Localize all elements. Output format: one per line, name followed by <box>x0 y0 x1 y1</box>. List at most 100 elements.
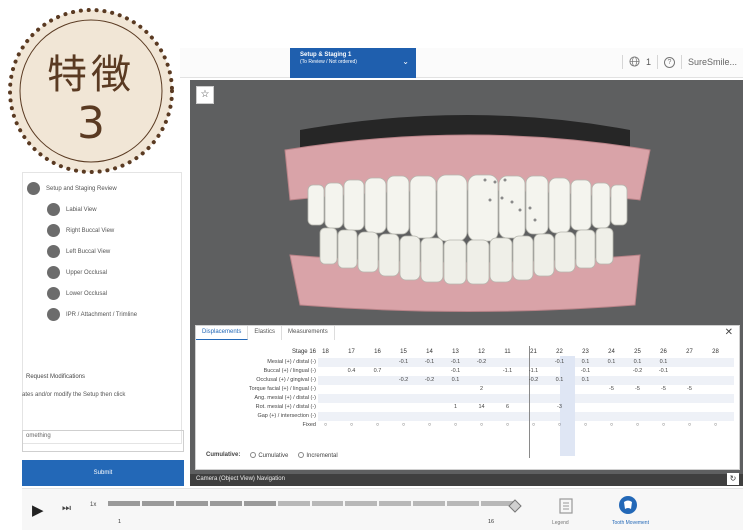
table-cell: -0.1 <box>398 359 409 365</box>
view-icon <box>47 308 60 321</box>
tab-elastics[interactable]: Elastics <box>248 326 283 340</box>
tooth-header: 23 <box>582 349 589 355</box>
table-cell[interactable]: ○ <box>448 422 463 428</box>
radio-cumulative[interactable]: Cumulative <box>250 452 288 459</box>
view-icon <box>47 245 60 258</box>
review-item-upper-occlusal[interactable]: Upper Occlusal <box>47 266 107 279</box>
tooth-header: 25 <box>634 349 641 355</box>
table-cell: -3 <box>557 404 562 410</box>
table-cell[interactable]: ○ <box>526 422 541 428</box>
row-label: Rot. mesial (+) / distal (-) <box>255 404 316 410</box>
table-cell[interactable]: ○ <box>474 422 489 428</box>
divider <box>621 55 623 69</box>
view-icon <box>47 224 60 237</box>
table-cell[interactable]: ○ <box>604 422 619 428</box>
legend-icon[interactable] <box>557 497 575 515</box>
table-cell[interactable]: ○ <box>370 422 385 428</box>
review-item-labial[interactable]: Labial View <box>47 203 97 216</box>
table-cell[interactable]: ○ <box>344 422 359 428</box>
speed-label[interactable]: 1x <box>90 502 96 508</box>
cumulative-label: Cumulative: <box>206 452 241 458</box>
brand-name: SureSmile... <box>687 57 737 67</box>
close-icon[interactable]: ✕ <box>725 327 733 338</box>
row-bg <box>318 412 734 421</box>
globe-count: 1 <box>645 57 651 67</box>
badge-number: 3 <box>77 98 105 149</box>
radio-label: Incremental <box>306 453 338 459</box>
table-cell: -0.2 <box>398 377 409 383</box>
tooth-header: 12 <box>478 349 485 355</box>
table-cell[interactable]: ○ <box>396 422 411 428</box>
tooth-header: 21 <box>530 349 537 355</box>
slider-tick-start: 1 <box>118 519 122 525</box>
tooth-movement-icon[interactable] <box>618 495 638 515</box>
badge-title: 特徴 <box>47 52 135 98</box>
tooth-header: 17 <box>348 349 355 355</box>
review-section-header[interactable]: Setup and Staging Review <box>27 182 117 195</box>
play-icon[interactable]: ▶ <box>32 501 44 519</box>
table-cell: 0.1 <box>633 359 642 365</box>
review-item-right-buccal[interactable]: Right Buccal View <box>47 224 114 237</box>
table-cell: -5 <box>635 386 640 392</box>
table-cell[interactable]: ○ <box>708 422 723 428</box>
table-cell[interactable]: ○ <box>656 422 671 428</box>
displacement-table: Stage 16 18 17 16 15 14 13 12 11 21 22 23 24 25 26 27 2… <box>206 346 734 466</box>
review-item-label: IPR / Attachment / Trimline <box>66 311 138 318</box>
view-icon <box>47 266 60 279</box>
review-title: Setup and Staging Review <box>46 185 117 192</box>
table-cell: 6 <box>505 404 510 410</box>
table-cell[interactable]: ○ <box>500 422 515 428</box>
view-icon <box>47 287 60 300</box>
displacement-panel: Displacements Elastics Measurements ✕ St… <box>195 325 740 470</box>
slider-handle-icon[interactable] <box>508 499 522 518</box>
request-textarea[interactable]: omething <box>22 430 184 452</box>
submit-button[interactable]: Submit <box>22 460 184 486</box>
table-cell: 0.1 <box>581 359 590 365</box>
slider-segment <box>379 501 412 506</box>
review-item-lower-occlusal[interactable]: Lower Occlusal <box>47 287 107 300</box>
help-icon[interactable]: ? <box>663 56 675 68</box>
table-cell[interactable]: ○ <box>630 422 645 428</box>
dental-model[interactable] <box>190 80 743 325</box>
table-cell[interactable]: ○ <box>682 422 697 428</box>
chevron-down-icon[interactable]: ⌄ <box>402 57 409 66</box>
stage-label: Stage 16 <box>291 349 316 355</box>
review-item-label: Upper Occlusal <box>66 269 108 276</box>
table-cell: 0.1 <box>555 377 564 383</box>
radio-incremental[interactable]: Incremental <box>298 452 338 459</box>
tab-displacements[interactable]: Displacements <box>196 326 249 340</box>
table-cell: -0.2 <box>476 359 487 365</box>
refresh-icon[interactable]: ↻ <box>727 473 739 485</box>
table-cell: -0.2 <box>632 368 643 374</box>
review-item-ipr[interactable]: IPR / Attachment / Trimline <box>47 308 137 321</box>
table-cell: 0.4 <box>347 368 356 374</box>
slider-segment <box>447 501 480 506</box>
review-item-left-buccal[interactable]: Left Buccal View <box>47 245 110 258</box>
table-cell: -5 <box>687 386 692 392</box>
table-cell: 0.1 <box>607 359 616 365</box>
step-forward-icon[interactable]: ⏭ <box>62 503 71 514</box>
table-cell[interactable]: ○ <box>578 422 593 428</box>
table-cell[interactable]: ○ <box>318 422 333 428</box>
slider-segment <box>141 501 174 506</box>
review-item-label: Labial View <box>66 206 97 213</box>
table-cell: -5 <box>609 386 614 392</box>
tab-setup-staging[interactable]: Setup & Staging 1 (To Review / Not order… <box>290 48 416 78</box>
tab-measurements[interactable]: Measurements <box>282 326 335 340</box>
request-title: Request Modifications <box>26 374 86 380</box>
row-label: Gap (+) / intersection (-) <box>257 413 316 419</box>
tooth-header: 11 <box>504 349 511 355</box>
review-item-label: Left Buccal View <box>66 248 111 255</box>
tooth-header: 13 <box>452 349 459 355</box>
section-icon <box>27 182 40 195</box>
radio-icon <box>250 452 257 458</box>
stage-slider[interactable] <box>108 501 514 515</box>
radio-label: Cumulative <box>258 453 289 459</box>
playback-bar: ▶ ⏭ 1x 1 16 Legend Tooth Movement <box>22 488 743 530</box>
divider <box>680 55 682 69</box>
table-cell: 0.1 <box>451 377 460 383</box>
globe-icon[interactable] <box>629 55 640 69</box>
table-cell[interactable]: ○ <box>552 422 567 428</box>
tooth-header: 15 <box>400 349 407 355</box>
table-cell[interactable]: ○ <box>422 422 437 428</box>
